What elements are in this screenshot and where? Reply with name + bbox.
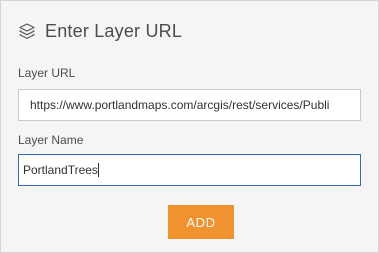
layer-url-label: Layer URL bbox=[18, 66, 76, 80]
panel-header: Enter Layer URL bbox=[18, 19, 182, 43]
text-caret bbox=[97, 163, 99, 177]
enter-layer-url-panel: Enter Layer URL Layer URL https://www.po… bbox=[0, 0, 379, 253]
layer-name-input[interactable]: PortlandTrees bbox=[18, 154, 361, 186]
add-button[interactable]: ADD bbox=[168, 205, 234, 239]
layer-name-label: Layer Name bbox=[18, 133, 84, 147]
layers-icon bbox=[18, 22, 36, 40]
layer-url-value: https://www.portlandmaps.com/arcgis/rest… bbox=[30, 98, 330, 112]
panel-title: Enter Layer URL bbox=[45, 20, 183, 41]
layer-name-value: PortlandTrees bbox=[23, 163, 98, 177]
layer-url-input[interactable]: https://www.portlandmaps.com/arcgis/rest… bbox=[18, 89, 361, 121]
